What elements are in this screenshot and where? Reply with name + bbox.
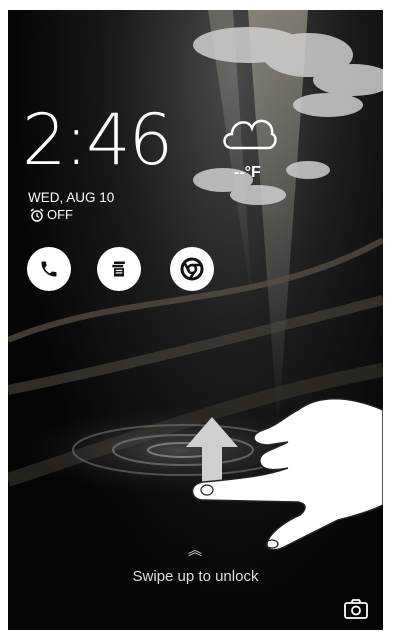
alarm-status-label: OFF: [47, 207, 73, 222]
chevron-up-double-icon: ︽: [188, 542, 202, 558]
chrome-icon: [180, 257, 204, 281]
alarm-clock-icon: [30, 207, 44, 222]
cloud-icon: [223, 119, 277, 150]
phone-icon: [41, 261, 57, 277]
lock-screen[interactable]: 2:46 --°F WED, AUG 10 OFF ︽ Swipe up to …: [8, 10, 383, 630]
notes-shortcut-button[interactable]: [97, 247, 141, 291]
chrome-shortcut-button[interactable]: [170, 247, 214, 291]
unlock-hint: Swipe up to unlock: [132, 568, 259, 585]
temperature-label: --°F: [234, 164, 261, 181]
notes-icon: [112, 261, 125, 277]
phone-shortcut-button[interactable]: [27, 247, 71, 291]
date-label: WED, AUG 10: [28, 190, 115, 205]
hand-gesture-illustration: [191, 398, 383, 551]
alarm-status: OFF: [30, 207, 73, 222]
lockscreen-clock: 2:46: [22, 99, 173, 181]
camera-button[interactable]: [343, 598, 369, 620]
camera-icon: [344, 599, 368, 619]
